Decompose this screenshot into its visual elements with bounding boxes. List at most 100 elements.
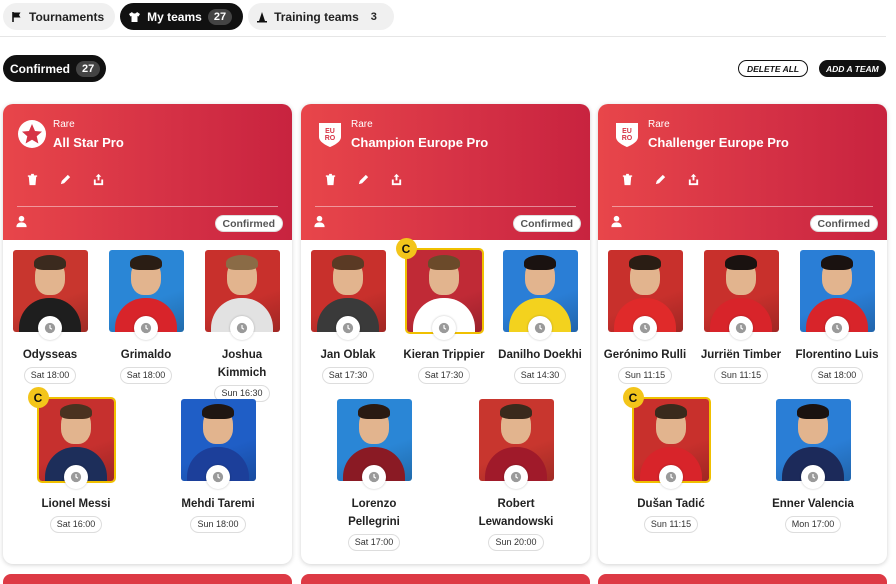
clock-icon [528,316,552,340]
player-card[interactable] [12,250,88,340]
player-card[interactable] [775,399,851,489]
tab-label: Training teams [274,9,359,24]
add-team-button[interactable]: ADD A TEAM [819,60,886,77]
confirmed-filter-chip[interactable]: Confirmed 27 [3,55,107,82]
match-time: Mon 17:00 [784,516,842,533]
player-slot[interactable]: C Lionel Messi Sat 16:00 [27,387,119,533]
player-slot[interactable]: C Kieran Trippier Sat 17:30 [395,238,487,384]
player-name: Kieran Trippier [403,349,485,361]
player-slot[interactable]: Enner Valencia Mon 17:00 [770,399,856,533]
edit-icon[interactable] [653,172,668,187]
tab-tournaments[interactable]: Tournaments [3,3,116,30]
player-card[interactable]: C [622,387,711,489]
player-slot[interactable]: C Dušan Tadić Sun 11:15 [622,387,714,533]
player-slot[interactable]: Mehdi Taremi Sun 18:00 [175,399,261,533]
player-card[interactable] [607,250,683,340]
clock-icon [206,465,230,489]
player-card[interactable] [180,399,256,489]
trash-icon[interactable] [25,172,40,187]
rarity-label: Rare [351,119,373,130]
divider [17,206,278,207]
player-slot[interactable]: Danilho Doekhi Sat 14:30 [497,250,583,384]
tab-my-teams[interactable]: My teams 27 [120,3,244,30]
delete-all-button[interactable]: DELETE ALL [738,60,809,77]
player-name: Jan Oblak [320,349,376,361]
team-name: All Star Pro [53,135,124,150]
match-time: Sat 17:30 [321,367,375,384]
tab-count: 3 [370,10,377,23]
match-time: Sat 14:30 [513,367,567,384]
player-card[interactable] [204,250,280,340]
player-name: Florentino Luis [795,349,879,361]
player-slot[interactable]: Lorenzo Pellegrini Sat 17:00 [331,399,417,551]
player-card[interactable] [336,399,412,489]
flag-icon [12,11,21,22]
team-card[interactable]: Rare All Star Pro Confirmed Odysseas Sat… [3,104,292,564]
match-time: Sun 11:15 [643,516,699,533]
player-card[interactable] [799,250,875,340]
euro-badge-icon: EU RO [315,119,345,149]
edit-icon[interactable] [356,172,371,187]
player-slot[interactable]: Robert Lewandowski Sun 20:00 [473,399,559,551]
player-slot[interactable]: Odysseas Sat 18:00 [7,250,93,384]
player-name: Lionel Messi [41,498,111,510]
clock-icon [504,465,528,489]
edit-icon[interactable] [58,172,73,187]
player-slot[interactable]: Jan Oblak Sat 17:30 [305,250,391,384]
clock-icon [825,316,849,340]
player-name: Gerónimo Rulli [603,349,687,361]
next-card-edge [598,574,887,584]
tab-label: Tournaments [29,9,105,24]
shirt-icon [129,11,141,22]
player-card[interactable] [310,250,386,340]
divider [0,36,886,37]
tab-training-teams[interactable]: Training teams 3 [248,3,394,30]
team-card[interactable]: EU RO Rare Challenger Europe Pro Confirme… [598,104,887,564]
player-card[interactable] [703,250,779,340]
player-card[interactable]: C [395,238,484,340]
share-icon[interactable] [686,172,701,187]
clock-icon [801,465,825,489]
player-card[interactable] [502,250,578,340]
player-name: Jurriën Timber [700,349,782,361]
status-badge: Confirmed [214,215,283,232]
player-card[interactable] [478,399,554,489]
tab-count: 27 [207,8,233,25]
svg-text:EU: EU [325,128,335,135]
player-slot[interactable]: Grimaldo Sat 18:00 [103,250,189,384]
player-name: Lorenzo Pellegrini [348,498,400,528]
clock-icon [38,316,62,340]
user-icon [610,215,624,229]
team-card-header: Rare All Star Pro Confirmed [3,104,292,240]
status-badge: Confirmed [809,215,878,232]
player-slot[interactable]: Jurriën Timber Sun 11:15 [698,250,784,384]
team-card[interactable]: EU RO Rare Champion Europe Pro Confirmed … [301,104,590,564]
match-time: Sun 11:15 [713,367,769,384]
player-slot[interactable]: Gerónimo Rulli Sun 11:15 [602,250,688,384]
clock-icon [659,465,683,489]
captain-badge: C [395,238,417,259]
captain-badge: C [27,387,49,408]
share-icon[interactable] [91,172,106,187]
divider [612,206,873,207]
match-time: Sat 17:30 [417,367,471,384]
share-icon[interactable] [389,172,404,187]
player-card[interactable]: C [27,387,116,489]
svg-text:RO: RO [325,135,336,142]
player-name: Mehdi Taremi [181,498,255,510]
clock-icon [432,316,456,340]
player-slot[interactable]: Florentino Luis Sat 18:00 [794,250,880,384]
clock-icon [729,316,753,340]
player-name: Robert Lewandowski [478,498,554,528]
match-time: Sun 20:00 [488,534,544,551]
player-slot[interactable]: Joshua Kimmich Sun 16:30 [199,250,285,402]
player-card[interactable] [108,250,184,340]
clock-icon [64,465,88,489]
match-time: Sun 11:15 [617,367,673,384]
team-actions [25,172,106,187]
tab-bar: Tournaments My teams 27 Training teams 3 [3,3,394,30]
trash-icon[interactable] [323,172,338,187]
trash-icon[interactable] [620,172,635,187]
rarity-label: Rare [53,119,75,130]
team-card-header: EU RO Rare Champion Europe Pro Confirmed [301,104,590,240]
